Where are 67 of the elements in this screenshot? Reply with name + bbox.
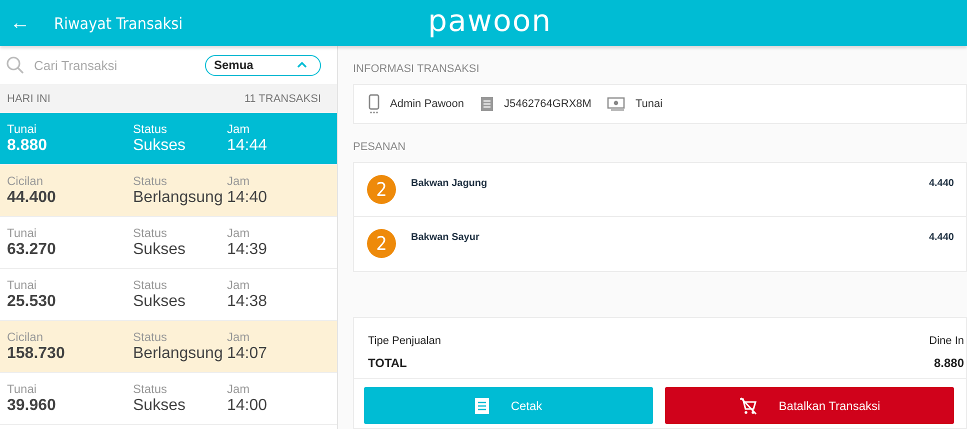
phone-icon — [368, 94, 380, 114]
item-price: 4.440 — [928, 178, 954, 189]
amount: 63.270 — [7, 241, 57, 259]
amount: 39.960 — [7, 397, 57, 415]
time-label: Jam — [227, 122, 251, 136]
summary-value: Dine In — [929, 335, 964, 347]
payment-method: Tunai — [7, 278, 38, 292]
quantity-badge: 2 — [367, 229, 396, 258]
item-name: Bakwan Sayur — [411, 232, 480, 243]
search-icon — [6, 56, 24, 74]
status-value: Berlangsung — [133, 189, 224, 207]
time-label: Jam — [227, 174, 251, 188]
summary-label: Tipe Penjualan — [368, 335, 441, 347]
status-value: Sukses — [133, 293, 186, 311]
status-value: Sukses — [133, 137, 186, 155]
status-label: Status — [133, 382, 168, 396]
transaction-row[interactable]: Cicilan 44.400 Status Berlangsung Jam 14:40 — [0, 165, 337, 217]
item-name: Bakwan Jagung — [411, 178, 488, 189]
payment-method: Tunai — [7, 122, 38, 136]
time-value: 14:44 — [227, 137, 268, 155]
amount: 158.730 — [7, 345, 66, 363]
status-value: Sukses — [133, 397, 186, 415]
time-label: Jam — [227, 330, 251, 344]
receipt-icon — [480, 96, 494, 112]
cart-cancel-icon — [738, 396, 757, 414]
quantity-badge: 2 — [367, 175, 396, 204]
summary-value: 8.880 — [934, 356, 964, 370]
section-label: HARI INI — [7, 92, 50, 104]
info-text: Admin Pawoon — [390, 98, 464, 110]
payment-method: Cicilan — [7, 174, 44, 188]
status-label: Status — [133, 122, 168, 136]
amount: 25.530 — [7, 293, 57, 311]
page-title: Riwayat Transaksi — [54, 14, 183, 32]
logo: pawoon — [428, 4, 552, 39]
chevron-up-icon — [296, 61, 308, 69]
time-label: Jam — [227, 278, 251, 292]
status-value: Berlangsung — [133, 345, 224, 363]
receipt-icon — [474, 398, 489, 414]
summary-label: TOTAL — [368, 356, 407, 370]
time-label: Jam — [227, 382, 251, 396]
transaction-row[interactable]: Cicilan 158.730 Status Berlangsung Jam 14:07 — [0, 321, 337, 373]
status-label: Status — [133, 174, 168, 188]
payment-method: Tunai — [7, 226, 38, 240]
info-text: J5462764GRX8M — [504, 98, 592, 110]
time-label: Jam — [227, 226, 251, 240]
search-field[interactable]: Cari Transaksi — [32, 56, 182, 74]
transaction-count: 11 TRANSAKSI — [244, 92, 321, 104]
payment-method: Cicilan — [7, 330, 44, 344]
filter-dropdown[interactable]: Semua — [205, 54, 321, 76]
time-value: 14:38 — [227, 293, 268, 311]
status-label: Status — [133, 278, 168, 292]
time-value: 14:07 — [227, 345, 268, 363]
payment-method: Tunai — [7, 382, 38, 396]
amount: 8.880 — [7, 137, 48, 155]
status-label: Status — [133, 330, 168, 344]
cancel-button[interactable]: Batalkan Transaksi — [665, 387, 954, 424]
item-price: 4.440 — [928, 232, 954, 243]
section-heading: INFORMASI TRANSAKSI — [353, 62, 480, 77]
status-label: Status — [133, 226, 168, 240]
time-value: 14:00 — [227, 397, 268, 415]
time-value: 14:40 — [227, 189, 268, 207]
amount: 44.400 — [7, 189, 57, 207]
time-value: 14:39 — [227, 241, 268, 259]
section-heading: PESANAN — [353, 140, 407, 155]
info-text: Tunai — [635, 98, 663, 110]
status-value: Sukses — [133, 241, 186, 259]
banknote-icon — [607, 97, 626, 111]
